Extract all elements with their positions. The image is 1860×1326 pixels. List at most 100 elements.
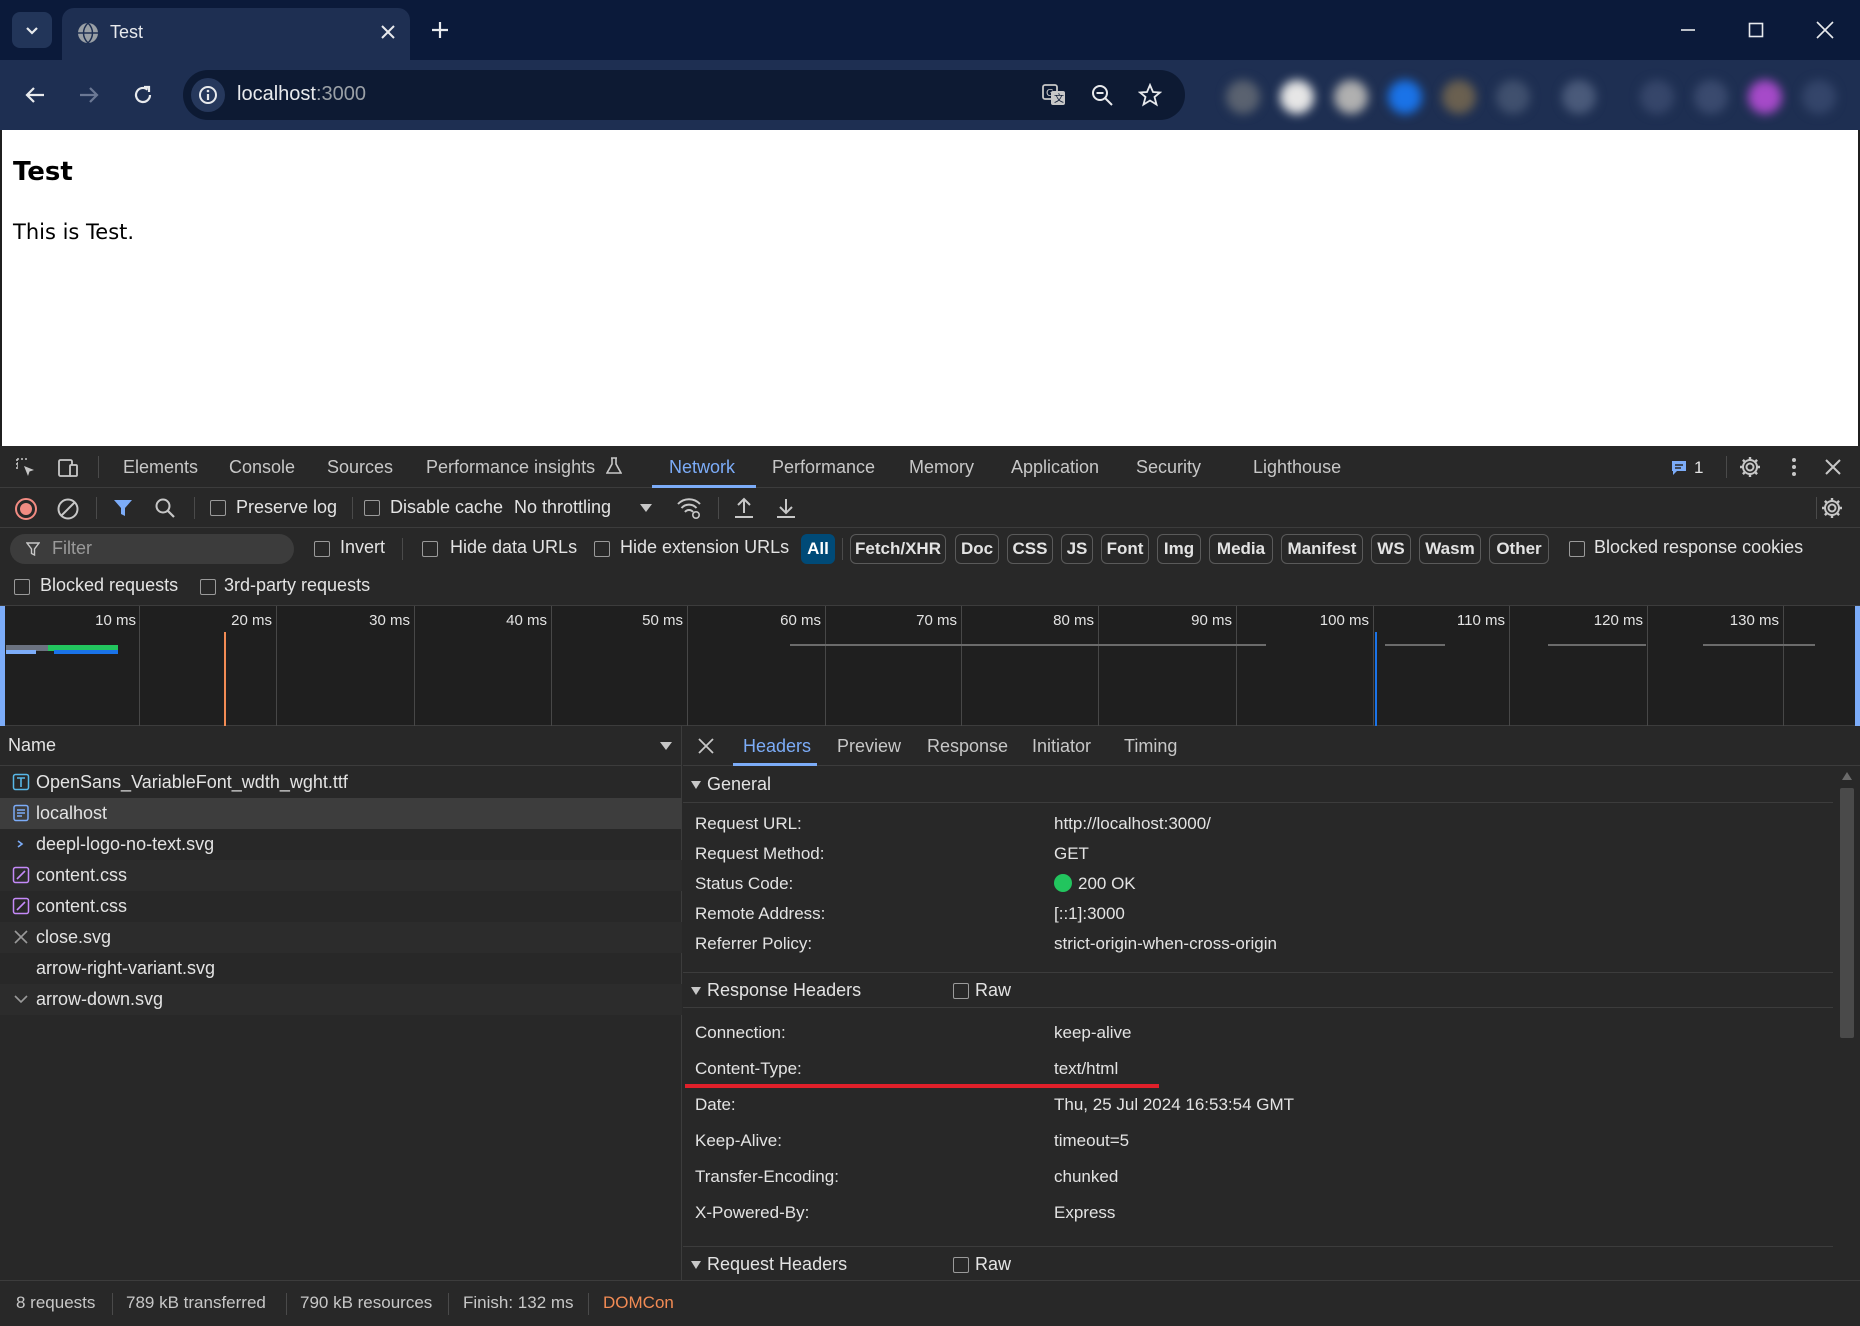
tab-headers[interactable]: Headers [743,736,811,757]
extension-icon[interactable] [1562,80,1596,114]
tab-console[interactable]: Console [229,457,295,478]
request-row[interactable]: arrow-right-variant.svg [0,953,682,984]
filter-chip-other[interactable]: Other [1489,534,1549,564]
sort-caret-icon[interactable] [660,742,672,750]
details-scrollbar[interactable] [1835,766,1860,1280]
blocked-response-cookies-checkbox[interactable] [1569,541,1585,557]
devtools-settings-button[interactable] [1738,455,1762,484]
scrollbar-thumb[interactable] [1840,788,1854,1038]
raw-checkbox[interactable] [953,1257,969,1273]
extension-icon[interactable] [1388,80,1422,114]
export-har-button[interactable] [775,496,797,525]
extension-icon[interactable] [1496,80,1530,114]
extension-icon[interactable] [1748,80,1782,114]
network-conditions-button[interactable] [676,496,702,525]
tab-application[interactable]: Application [1011,457,1099,478]
filter-chip-all[interactable]: All [801,534,835,564]
third-party-requests-checkbox[interactable] [200,579,216,595]
request-row[interactable]: close.svg [0,922,682,953]
import-har-button[interactable] [733,496,755,525]
extension-icon[interactable] [1694,80,1728,114]
filter-chip-doc[interactable]: Doc [955,534,999,564]
filter-chip-manifest[interactable]: Manifest [1281,534,1363,564]
tab-close-button[interactable] [374,18,402,46]
extension-icon[interactable] [1280,80,1314,114]
filter-chip-media[interactable]: Media [1209,534,1273,564]
filter-chip-css[interactable]: CSS [1007,534,1053,564]
back-button[interactable] [14,74,56,116]
general-section-header[interactable]: General [683,767,1833,803]
extension-icon[interactable] [1442,80,1476,114]
request-headers-section-header[interactable]: Request Headers Raw [683,1246,1833,1282]
bookmark-button[interactable] [1135,80,1165,110]
hide-extension-urls-checkbox[interactable] [594,541,610,557]
tab-performance[interactable]: Performance [772,457,875,478]
extension-icon[interactable] [1334,80,1368,114]
filter-chip-js[interactable]: JS [1061,534,1093,564]
request-row[interactable]: localhost [0,798,682,829]
filter-chip-img[interactable]: Img [1157,534,1201,564]
translate-button[interactable]: G文 [1039,80,1069,110]
throttling-select[interactable]: No throttling [514,488,656,528]
tab-initiator[interactable]: Initiator [1032,736,1091,757]
tab-security[interactable]: Security [1136,457,1201,478]
tab-lighthouse[interactable]: Lighthouse [1253,457,1341,478]
stop-recording-button[interactable] [14,497,38,526]
column-name-header[interactable]: Name [8,735,56,756]
minimize-button[interactable] [1663,10,1713,50]
disable-cache-checkbox[interactable] [364,500,380,516]
extension-icon[interactable] [1640,80,1674,114]
tab-timing[interactable]: Timing [1124,736,1177,757]
tab-sources[interactable]: Sources [327,457,393,478]
device-toolbar-button[interactable] [56,456,80,485]
extension-icon[interactable] [1802,80,1836,114]
invert-checkbox[interactable] [314,541,330,557]
zoom-button[interactable] [1087,80,1117,110]
new-tab-button[interactable] [424,14,456,46]
extension-icon[interactable] [1226,80,1260,114]
site-info-button[interactable] [191,78,225,112]
response-headers-section-header[interactable]: Response Headers Raw [683,972,1833,1008]
browser-tab[interactable]: Test [62,8,410,60]
scroll-up-icon[interactable] [1842,772,1852,780]
close-details-button[interactable] [697,737,715,760]
issues-button[interactable]: 1 [1670,458,1703,478]
filter-chip-font[interactable]: Font [1101,534,1149,564]
network-overview-timeline[interactable]: 10 ms 20 ms 30 ms 40 ms 50 ms 60 ms 70 m… [0,606,1860,726]
tab-network[interactable]: Network [669,457,735,478]
request-row[interactable]: deepl-logo-no-text.svg [0,829,682,860]
forward-button[interactable] [68,74,110,116]
reload-button[interactable] [122,74,164,116]
filter-chip-ws[interactable]: WS [1371,534,1411,564]
raw-checkbox[interactable] [953,983,969,999]
tab-performance-insights[interactable]: Performance insights [426,457,623,478]
overview-left-handle[interactable] [0,606,5,726]
tab-response[interactable]: Response [927,736,1008,757]
request-row[interactable]: OpenSans_VariableFont_wdth_wght.ttf [0,767,682,798]
close-devtools-button[interactable] [1822,456,1844,483]
search-button[interactable] [154,497,176,524]
tab-elements[interactable]: Elements [123,457,198,478]
hide-data-urls-checkbox[interactable] [422,541,438,557]
request-row[interactable]: content.css [0,891,682,922]
blocked-requests-checkbox[interactable] [14,579,30,595]
address-bar[interactable]: localhost:3000 G文 [183,70,1185,120]
request-row[interactable]: content.css [0,860,682,891]
inspect-element-button[interactable] [14,456,38,485]
overview-right-handle[interactable] [1855,606,1860,726]
more-options-button[interactable] [1782,455,1806,484]
filter-toggle-button[interactable] [112,497,134,524]
filter-input[interactable]: Filter [10,534,294,564]
clear-button[interactable] [56,497,80,526]
request-row[interactable]: arrow-down.svg [0,984,682,1015]
tab-search-button[interactable] [12,12,52,48]
close-window-button[interactable] [1800,10,1850,50]
maximize-button[interactable] [1731,10,1781,50]
filter-chip-fetch-xhr[interactable]: Fetch/XHR [850,534,946,564]
filter-chip-wasm[interactable]: Wasm [1419,534,1481,564]
preserve-log-checkbox[interactable] [210,500,226,516]
network-settings-button[interactable] [1820,496,1844,525]
request-name: OpenSans_VariableFont_wdth_wght.ttf [36,772,348,792]
tab-memory[interactable]: Memory [909,457,974,478]
tab-preview[interactable]: Preview [837,736,901,757]
